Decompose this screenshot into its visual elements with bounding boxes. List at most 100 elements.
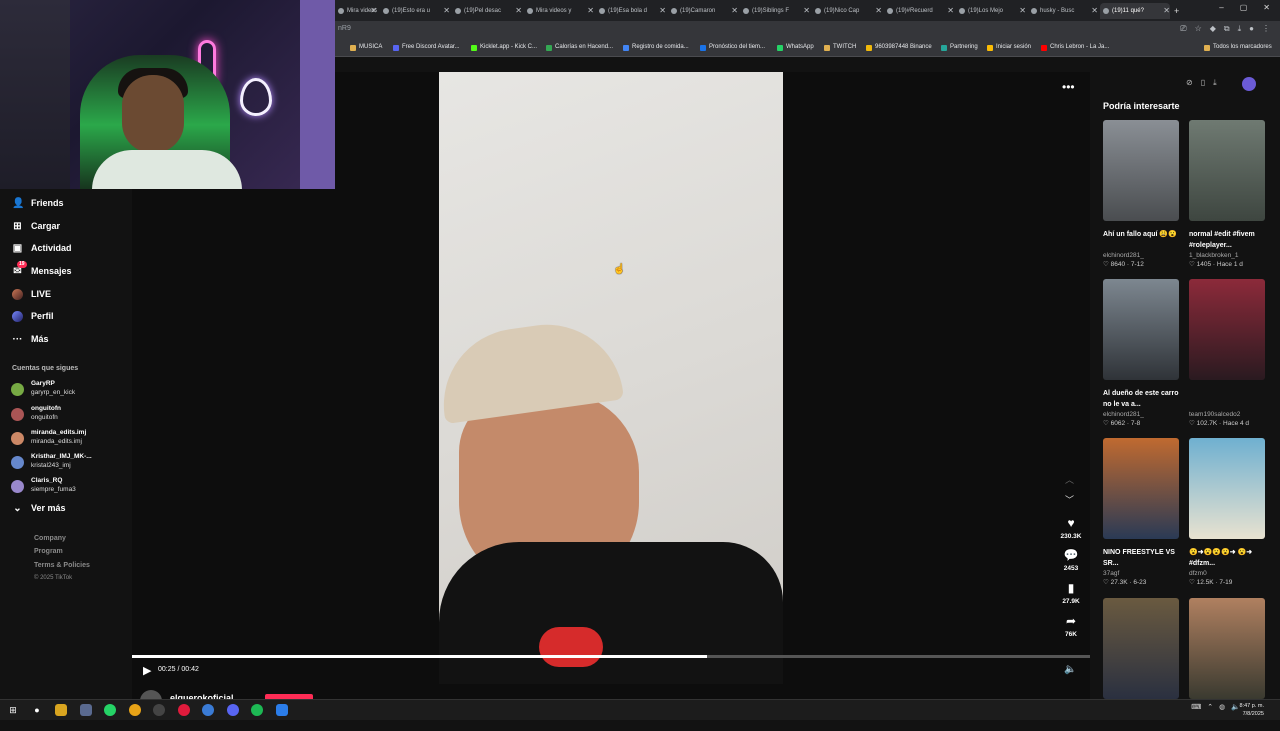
compass-icon[interactable]: ⊘ bbox=[1186, 78, 1193, 88]
browser-tab[interactable]: Mira videos g✕ bbox=[335, 3, 377, 19]
nav-item-cargar[interactable]: ⊞ Cargar bbox=[12, 217, 60, 235]
bookmark-item[interactable]: Kicklet.app - Kick C... bbox=[471, 44, 537, 51]
browser-tab[interactable]: (19)11 qué? ✕ bbox=[1100, 3, 1170, 19]
file-explorer-icon[interactable] bbox=[55, 704, 67, 716]
recommended-video-card[interactable]: team190salcedo2 ♡ 102.7K · Hace 4 d bbox=[1189, 279, 1265, 427]
progress-bar[interactable] bbox=[132, 655, 1090, 658]
cast-icon[interactable]: ⎚ bbox=[1180, 24, 1186, 34]
video-author[interactable]: dfzm0 bbox=[1189, 570, 1265, 577]
nav-item-mensajes[interactable]: ✉ 19 Mensajes bbox=[12, 260, 72, 280]
previous-video-icon[interactable]: ︿ bbox=[1065, 473, 1074, 486]
video-frame[interactable] bbox=[439, 72, 783, 684]
bookmark-item[interactable]: Todos los marcadores bbox=[1204, 44, 1272, 51]
bookmark-item[interactable]: 9603987448 Binance bbox=[866, 44, 932, 51]
video-thumbnail[interactable] bbox=[1189, 598, 1265, 699]
video-title[interactable]: NINO FREESTYLE VS SR... bbox=[1103, 547, 1179, 569]
footer-terms[interactable]: Terms & Policies bbox=[34, 562, 90, 569]
puzzle-icon[interactable]: ⧉ bbox=[1224, 24, 1230, 34]
bookmark-item[interactable]: WhatsApp bbox=[777, 44, 814, 51]
bookmark-item[interactable]: Calorías en Hacend... bbox=[546, 44, 613, 51]
video-thumbnail[interactable] bbox=[1103, 438, 1179, 539]
system-clock[interactable]: 8:47 p. m. 7/8/2025 bbox=[1240, 702, 1264, 718]
save-button[interactable]: ▮ 27.9K bbox=[1057, 581, 1085, 605]
nav-item-friends[interactable]: 👤 Friends bbox=[12, 194, 64, 212]
video-title[interactable]: Ahí un fallo aquí 😩😮 bbox=[1103, 229, 1179, 251]
see-more-button[interactable]: ⌄ Ver más bbox=[12, 499, 65, 517]
tab-close-icon[interactable]: ✕ bbox=[1019, 3, 1026, 19]
app-icon[interactable] bbox=[276, 704, 288, 716]
tab-close-icon[interactable]: ✕ bbox=[731, 3, 738, 19]
nav-item-perfil[interactable]: Perfil bbox=[12, 307, 54, 325]
search-icon[interactable]: ● bbox=[31, 704, 43, 716]
browser-tab[interactable]: (19)Nico Cap ✕ bbox=[812, 3, 882, 19]
video-author[interactable]: elchinord281_ bbox=[1103, 411, 1179, 418]
bookmark-item[interactable]: Iniciar sesión bbox=[987, 44, 1031, 51]
tab-close-icon[interactable]: ✕ bbox=[370, 3, 377, 19]
bookmark-item[interactable]: Registro de comida... bbox=[623, 44, 689, 51]
tab-close-icon[interactable]: ✕ bbox=[587, 3, 594, 19]
browser-tab[interactable]: (19)Esto era u ✕ bbox=[380, 3, 450, 19]
video-title[interactable] bbox=[1189, 388, 1265, 410]
recommended-video-card[interactable]: Ahí un fallo aquí 😩😮 elchinord281_ ♡ 8640 … bbox=[1103, 120, 1179, 268]
next-video-icon[interactable]: ﹀ bbox=[1065, 493, 1074, 506]
extension-icon[interactable]: ◆ bbox=[1210, 24, 1216, 34]
bookmark-item[interactable]: MUSICA bbox=[350, 44, 382, 51]
nav-item-actividad[interactable]: ▣ Actividad bbox=[12, 239, 72, 257]
close-window-icon[interactable]: ✕ bbox=[1263, 3, 1270, 12]
more-options-icon[interactable]: ••• bbox=[1062, 80, 1075, 94]
video-thumbnail[interactable] bbox=[1103, 279, 1179, 380]
maximize-icon[interactable]: ▢ bbox=[1240, 3, 1248, 12]
browser-tab[interactable]: (19)#Recuerd ✕ bbox=[884, 3, 954, 19]
video-author[interactable]: 37agf bbox=[1103, 570, 1179, 577]
menu-icon[interactable]: ⋮ bbox=[1262, 24, 1270, 34]
tab-close-icon[interactable]: ✕ bbox=[803, 3, 810, 19]
tab-close-icon[interactable]: ✕ bbox=[659, 3, 666, 19]
browser-tab[interactable]: husky - Busc ✕ bbox=[1028, 3, 1098, 19]
video-thumbnail[interactable] bbox=[1189, 438, 1265, 539]
star-icon[interactable]: ☆ bbox=[1195, 24, 1202, 34]
windows-start-icon[interactable]: ⊞ bbox=[7, 704, 19, 716]
whatsapp-icon[interactable] bbox=[104, 704, 116, 716]
bookmark-item[interactable]: Partnering bbox=[941, 44, 978, 51]
video-title[interactable]: Al dueño de este carro no le va a... bbox=[1103, 388, 1179, 410]
bookmark-item[interactable]: Chris Lebron - La Ja... bbox=[1041, 44, 1109, 51]
video-author[interactable]: 1_blackbroken_1 bbox=[1189, 252, 1265, 259]
chevron-up-icon[interactable]: ⌃ bbox=[1207, 703, 1213, 711]
keyboard-icon[interactable]: ⌨ bbox=[1191, 703, 1201, 711]
browser-tab[interactable]: (19)Siblings F ✕ bbox=[740, 3, 810, 19]
minimize-icon[interactable]: – bbox=[1219, 3, 1223, 12]
recommended-video-card[interactable]: normal #edit #fivem #roleplayer... 1_blac… bbox=[1189, 120, 1265, 268]
footer-program[interactable]: Program bbox=[34, 548, 63, 555]
spotify-icon[interactable] bbox=[251, 704, 263, 716]
nav-item-ms[interactable]: ··· Más bbox=[12, 330, 49, 348]
download-icon[interactable]: ⤓ bbox=[1213, 78, 1217, 88]
volume-icon[interactable]: 🔈 bbox=[1064, 664, 1076, 675]
obs-icon[interactable] bbox=[153, 704, 165, 716]
phone-icon[interactable]: ▯ bbox=[1201, 78, 1205, 88]
opera-icon[interactable] bbox=[178, 704, 190, 716]
video-title[interactable]: 😮➜😮😮😮➜ 😮➜ #dfzm... bbox=[1189, 547, 1265, 569]
url-text[interactable]: nR9 bbox=[338, 25, 351, 32]
browser-icon[interactable] bbox=[202, 704, 214, 716]
browser-tab[interactable]: Mira videos y ✕ bbox=[524, 3, 594, 19]
nav-item-live[interactable]: LIVE bbox=[12, 285, 51, 303]
video-thumbnail[interactable] bbox=[1189, 120, 1265, 221]
video-thumbnail[interactable] bbox=[1103, 120, 1179, 221]
profile-icon[interactable]: ● bbox=[1249, 24, 1254, 34]
bookmark-item[interactable]: Pronóstico del tiem... bbox=[700, 44, 765, 51]
footer-company[interactable]: Company bbox=[34, 535, 66, 542]
video-thumbnail[interactable] bbox=[1189, 279, 1265, 380]
bookmark-item[interactable]: Free Discord Avatar... bbox=[393, 44, 460, 51]
tab-close-icon[interactable]: ✕ bbox=[515, 3, 522, 19]
video-title[interactable]: normal #edit #fivem #roleplayer... bbox=[1189, 229, 1265, 251]
browser-tab[interactable]: (19)Los Mejo ✕ bbox=[956, 3, 1026, 19]
new-tab-button[interactable]: + bbox=[1172, 3, 1184, 19]
download-icon[interactable]: ⤓ bbox=[1238, 24, 1242, 34]
tab-close-icon[interactable]: ✕ bbox=[443, 3, 450, 19]
tab-close-icon[interactable]: ✕ bbox=[947, 3, 954, 19]
recommended-video-card[interactable]: 😮➜😮😮😮➜ 😮➜ #dfzm... dfzm0 ♡ 12.5K · 7-19 bbox=[1189, 438, 1265, 586]
video-thumbnail[interactable] bbox=[1103, 598, 1179, 699]
browser-tab[interactable]: (19)Camaron ✕ bbox=[668, 3, 738, 19]
recommended-video-card[interactable]: NINO FREESTYLE VS SR... 37agf ♡ 27.3K · 6-… bbox=[1103, 438, 1179, 586]
browser-tab[interactable]: (19)Pel desac ✕ bbox=[452, 3, 522, 19]
